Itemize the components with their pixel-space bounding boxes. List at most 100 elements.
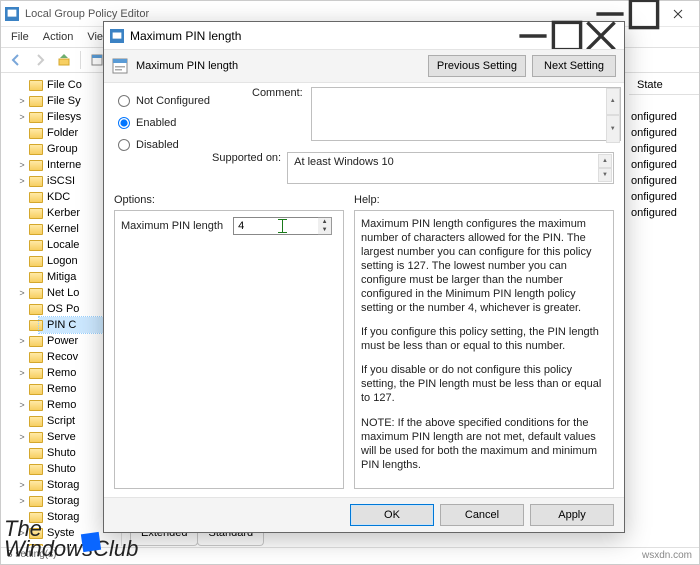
back-icon[interactable]: [5, 49, 27, 71]
tree-item-label: iSCSI: [47, 175, 75, 187]
folder-icon: [29, 208, 43, 219]
dialog-body: Not Configured Enabled Disabled Comment:…: [104, 83, 624, 497]
tree-item-label: Net Lo: [47, 287, 79, 299]
folder-icon: [29, 320, 43, 331]
state-cell: onfigured: [631, 111, 693, 127]
radio-disabled[interactable]: Disabled: [118, 139, 210, 151]
folder-icon: [29, 432, 43, 443]
folder-icon: [29, 80, 43, 91]
folder-icon: [29, 416, 43, 427]
expand-icon[interactable]: >: [17, 496, 27, 506]
main-maximize-button[interactable]: [627, 3, 661, 25]
tree-item-label: Kerber: [47, 207, 80, 219]
supported-row: Supported on: At least Windows 10 ▲▼: [212, 152, 614, 184]
comment-scroll[interactable]: ▲▼: [606, 88, 620, 143]
option-name: Maximum PIN length: [121, 220, 223, 232]
help-paragraph: If you disable or do not configure this …: [361, 363, 607, 405]
help-paragraph: NOTE: If the above specified conditions …: [361, 416, 607, 472]
comment-row: Comment: ▲▼: [252, 87, 614, 144]
expand-icon[interactable]: >: [17, 336, 27, 346]
policy-icon: [112, 58, 128, 74]
tree-item-label: Script: [47, 415, 75, 427]
column-header-state[interactable]: State: [629, 75, 699, 95]
pin-length-spinner[interactable]: ▲▼: [318, 217, 332, 235]
expand-icon[interactable]: >: [17, 480, 27, 490]
cancel-button[interactable]: Cancel: [440, 504, 524, 526]
supported-scroll[interactable]: ▲▼: [598, 154, 612, 182]
tree-item-label: Remo: [47, 367, 76, 379]
expand-icon[interactable]: >: [17, 112, 27, 122]
tree-item-label: PIN C: [47, 319, 76, 331]
watermark-line2: WindowsClub: [4, 539, 138, 559]
expand-icon[interactable]: >: [17, 160, 27, 170]
help-paragraph: If you configure this policy setting, th…: [361, 325, 607, 353]
spin-up-icon[interactable]: ▲: [318, 218, 331, 226]
radio-not-configured-label: Not Configured: [136, 95, 210, 107]
spin-down-icon[interactable]: ▼: [318, 226, 331, 234]
state-cell: [631, 95, 693, 111]
help-box: Maximum PIN length configures the maximu…: [354, 210, 614, 489]
folder-icon: [29, 160, 43, 171]
dialog-header-row: Maximum PIN length Previous Setting Next…: [104, 49, 624, 82]
dialog-titlebar: Maximum PIN length: [104, 22, 624, 49]
radio-not-configured[interactable]: Not Configured: [118, 95, 210, 107]
tree-item-label: Logon: [47, 255, 78, 267]
watermark: The WindowsClub: [0, 519, 142, 559]
state-column: onfiguredonfiguredonfiguredonfiguredonfi…: [631, 95, 693, 223]
expand-icon[interactable]: >: [17, 432, 27, 442]
up-icon[interactable]: [53, 49, 75, 71]
dialog-maximize-button[interactable]: [550, 25, 584, 47]
expand-icon[interactable]: >: [17, 400, 27, 410]
forward-icon[interactable]: [29, 49, 51, 71]
folder-icon: [29, 400, 43, 411]
pin-length-input[interactable]: [233, 217, 319, 235]
folder-icon: [29, 480, 43, 491]
tree-item-label: Mitiga: [47, 271, 76, 283]
folder-icon: [29, 448, 43, 459]
menu-file[interactable]: File: [5, 30, 35, 44]
app-icon: [5, 7, 19, 21]
expand-icon[interactable]: >: [17, 176, 27, 186]
next-setting-button[interactable]: Next Setting: [532, 55, 616, 77]
folder-icon: [29, 112, 43, 123]
help-paragraph: Maximum PIN length configures the maximu…: [361, 217, 607, 316]
options-label: Options:: [114, 194, 344, 206]
help-label: Help:: [354, 194, 614, 206]
tree-item-label: Remo: [47, 383, 76, 395]
supported-label: Supported on:: [212, 152, 281, 164]
folder-icon: [29, 224, 43, 235]
tree-item-label: KDC: [47, 191, 70, 203]
tree-item-label: Storag: [47, 479, 79, 491]
folder-icon: [29, 352, 43, 363]
dialog-close-button[interactable]: [584, 25, 618, 47]
folder-icon: [29, 272, 43, 283]
expand-icon[interactable]: >: [17, 288, 27, 298]
expand-icon[interactable]: >: [17, 96, 27, 106]
tree-item-label: Storag: [47, 495, 79, 507]
dialog-minimize-button[interactable]: [516, 25, 550, 47]
tree-item-label: Interne: [47, 159, 81, 171]
apply-button[interactable]: Apply: [530, 504, 614, 526]
folder-icon: [29, 192, 43, 203]
folder-icon: [29, 336, 43, 347]
folder-icon: [29, 496, 43, 507]
comment-textarea[interactable]: [311, 87, 621, 141]
main-title: Local Group Policy Editor: [25, 8, 149, 20]
state-radio-group: Not Configured Enabled Disabled: [118, 95, 210, 151]
expand-icon[interactable]: >: [17, 368, 27, 378]
ok-button[interactable]: OK: [350, 504, 434, 526]
menu-action[interactable]: Action: [37, 30, 80, 44]
folder-icon: [29, 304, 43, 315]
options-box: Maximum PIN length ▲▼: [114, 210, 344, 489]
folder-icon: [29, 128, 43, 139]
tree-item-label: Serve: [47, 431, 76, 443]
previous-setting-button[interactable]: Previous Setting: [428, 55, 526, 77]
radio-enabled[interactable]: Enabled: [118, 117, 210, 129]
state-cell: onfigured: [631, 175, 693, 191]
tree-item-label: Locale: [47, 239, 79, 251]
state-cell: onfigured: [631, 143, 693, 159]
state-cell: onfigured: [631, 191, 693, 207]
tree-item-label: Power: [47, 335, 78, 347]
comment-label: Comment:: [252, 87, 303, 144]
main-close-button[interactable]: [661, 3, 695, 25]
